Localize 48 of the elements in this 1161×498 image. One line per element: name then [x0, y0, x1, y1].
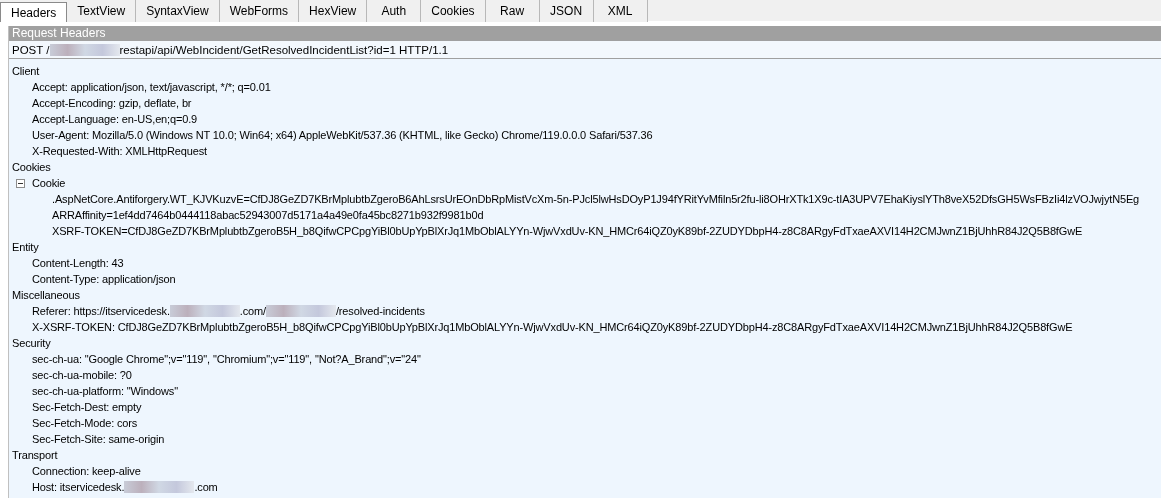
- header-text: X-Requested-With: XMLHttpRequest: [32, 144, 207, 159]
- tab[interactable]: SyntaxView: [136, 0, 220, 22]
- tab[interactable]: JSON: [539, 0, 594, 22]
- header-text: sec-ch-ua: "Google Chrome";v="119", "Chromium";v="119", "Not?A_Brand";v="24": [32, 352, 421, 367]
- tab[interactable]: Auth: [367, 0, 422, 22]
- tab[interactable]: TextView: [67, 0, 137, 22]
- header-text: Content-Length: 43: [32, 256, 124, 271]
- request-line: POST /: [12, 42, 50, 58]
- header-text: .com/: [239, 304, 266, 319]
- header-text: .com: [194, 480, 218, 495]
- tab[interactable]: Cookies: [421, 0, 486, 22]
- redacted-block: [124, 481, 195, 493]
- tab[interactable]: WebForms: [219, 0, 300, 22]
- request-line: restapi/api/WebIncident/GetResolvedIncidentList?id=1 HTTP/1.1: [119, 42, 449, 58]
- header-text: XSRF-TOKEN=CfDJ8GeZD7KBrMplubtbZgeroB5H_b8QifwCPCpgYiBl0bUpYpBlXrJq1MbOblALYYn-WjwVxdUv-KN_HMCr64iQZ0yK89bf-2ZUDYDbpH4-z8C8ARgyFdTxaeAXVI14H2CMJwnZ1BjUhhR84J2Q5B8fGwE: [52, 224, 1083, 239]
- header-text: /resolved-incidents: [335, 304, 425, 319]
- group-heading: Cookies: [12, 160, 51, 175]
- group-heading: Client: [12, 64, 40, 79]
- tab[interactable]: Raw: [485, 0, 540, 22]
- header-text: ARRAffinity=1ef4dd7464b0444118abac52943007d5171a4a49e0fa45bc8271b932f9981b0d: [52, 208, 484, 223]
- group-heading: Security: [12, 336, 51, 351]
- redacted-block: [49, 43, 120, 56]
- group-heading: Miscellaneous: [12, 288, 80, 303]
- header-text: sec-ch-ua-platform: "Windows": [32, 384, 178, 399]
- tab[interactable]: Headers: [0, 2, 68, 22]
- header-text: User-Agent: Mozilla/5.0 (Windows NT 10.0; Win64; x64) AppleWebKit/537.36 (KHTML, like Gecko) Chrome/119.0.0.0 Safari/537.36: [32, 128, 653, 143]
- tab[interactable]: HexView: [299, 0, 368, 22]
- header-text: Content-Type: application/json: [32, 272, 176, 287]
- header-text: Sec-Fetch-Mode: cors: [32, 416, 138, 431]
- header-text: Accept-Encoding: gzip, deflate, br: [32, 96, 192, 111]
- header-text: sec-ch-ua-mobile: ?0: [32, 368, 132, 383]
- header-text: Host: itservicedesk.: [32, 480, 125, 495]
- node-label: Cookie: [32, 176, 66, 191]
- header-text: Sec-Fetch-Dest: empty: [32, 400, 142, 415]
- section-header: Request Headers: [9, 26, 1161, 41]
- header-text: .AspNetCore.Antiforgery.WT_KJVKuzvE=CfDJ8GeZD7KBrMplubtbZgeroB6AhLsrsUrEOnDbRpMistVcXm-5n-PJcl5lwHsDOyP1J94fYRitYvMfiln5r2fu-li8OHrXTk1X9c-tIA3UPV7EhaKiyslYTh8veX52DfsGH5WsFBzIi4lzVOJwjytN5Eg: [52, 192, 1140, 207]
- header-text: Referer: https://itservicedesk.: [32, 304, 170, 319]
- header-text: Accept-Language: en-US,en;q=0.9: [32, 112, 198, 127]
- redacted-block: [265, 305, 336, 317]
- header-text: Accept: application/json, text/javascript, */*; q=0.01: [32, 80, 271, 95]
- header-text: Connection: keep-alive: [32, 464, 141, 479]
- group-heading: Transport: [12, 448, 58, 463]
- redacted-block: [169, 305, 240, 317]
- tab[interactable]: XML: [593, 0, 648, 22]
- group-heading: Entity: [12, 240, 39, 255]
- header-text: X-XSRF-TOKEN: CfDJ8GeZD7KBrMplubtbZgeroB5H_b8QifwCPCpgYiBl0bUpYpBlXrJq1MbOblALYYn-WjwVxdUv-KN_HMCr64iQZ0yK89bf-2ZUDYDbpH4-z8C8ARgyFdTxaeAXVI14H2CMJwnZ1BjUhhR84J2Q5B8fGwE: [32, 320, 1073, 335]
- header-text: Sec-Fetch-Site: same-origin: [32, 432, 165, 447]
- expand-toggle-icon[interactable]: [16, 178, 25, 188]
